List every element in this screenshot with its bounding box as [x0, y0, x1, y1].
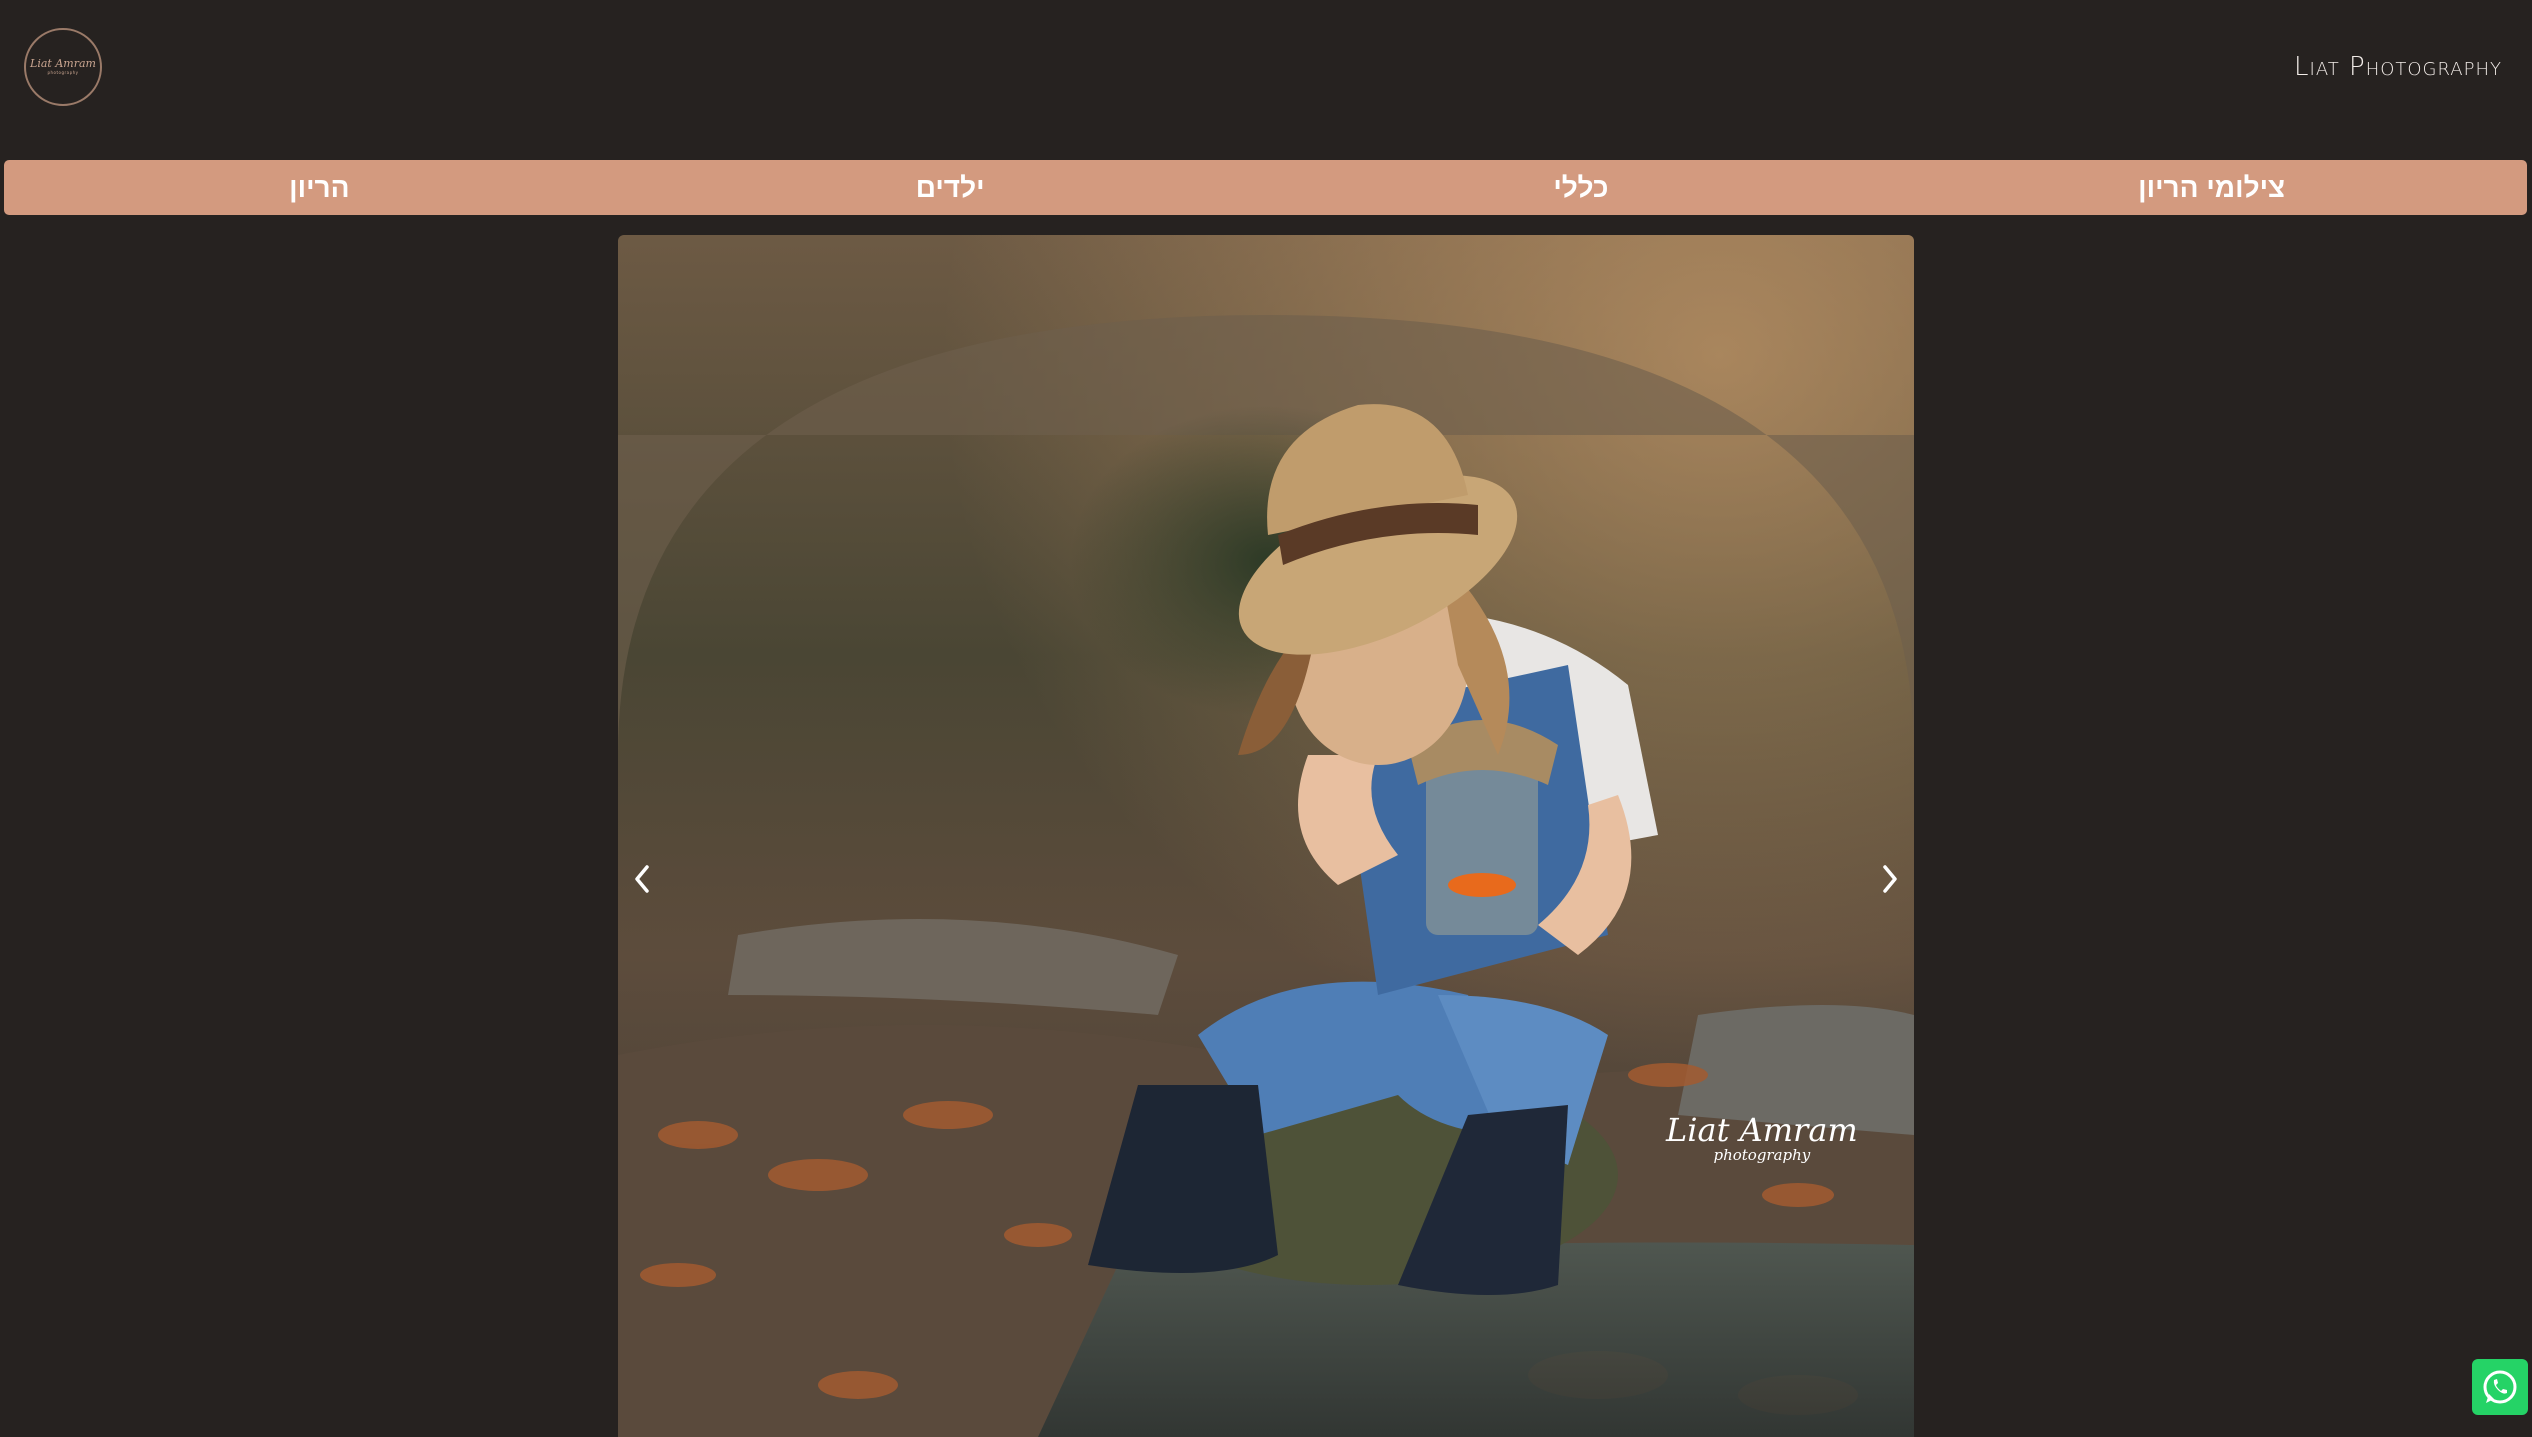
- slider-next-button[interactable]: [1866, 855, 1914, 903]
- site-logo[interactable]: Liat Amram photography: [24, 28, 102, 106]
- nav-item-pregnancy[interactable]: הריון: [4, 160, 635, 215]
- site-header: Liat Amram photography Liat Photography: [0, 0, 2532, 140]
- nav-item-children[interactable]: ילדים: [635, 160, 1266, 215]
- watermark-name: Liat Amram: [1666, 1111, 1858, 1149]
- logo-subtext: photography: [47, 70, 79, 75]
- chevron-right-icon: [1883, 865, 1897, 893]
- photo-slider: Liat Amram photography: [618, 235, 1914, 1437]
- whatsapp-button[interactable]: [2472, 1359, 2528, 1415]
- nav-item-pregnancy-photos[interactable]: צילומי הריון: [1896, 160, 2527, 215]
- watermark-sub: photography: [1713, 1146, 1811, 1164]
- slider-photo: [618, 235, 1914, 1437]
- whatsapp-icon: [2483, 1370, 2517, 1404]
- nav-item-general[interactable]: כללי: [1266, 160, 1897, 215]
- brand-name[interactable]: Liat Photography: [2294, 52, 2502, 82]
- slider-prev-button[interactable]: [618, 855, 666, 903]
- main-nav: צילומי הריון כללי ילדים הריון: [4, 160, 2527, 215]
- logo-text: Liat Amram: [30, 57, 96, 70]
- photo-watermark: Liat Amram photography: [1666, 1113, 1858, 1163]
- chevron-left-icon: [635, 865, 649, 893]
